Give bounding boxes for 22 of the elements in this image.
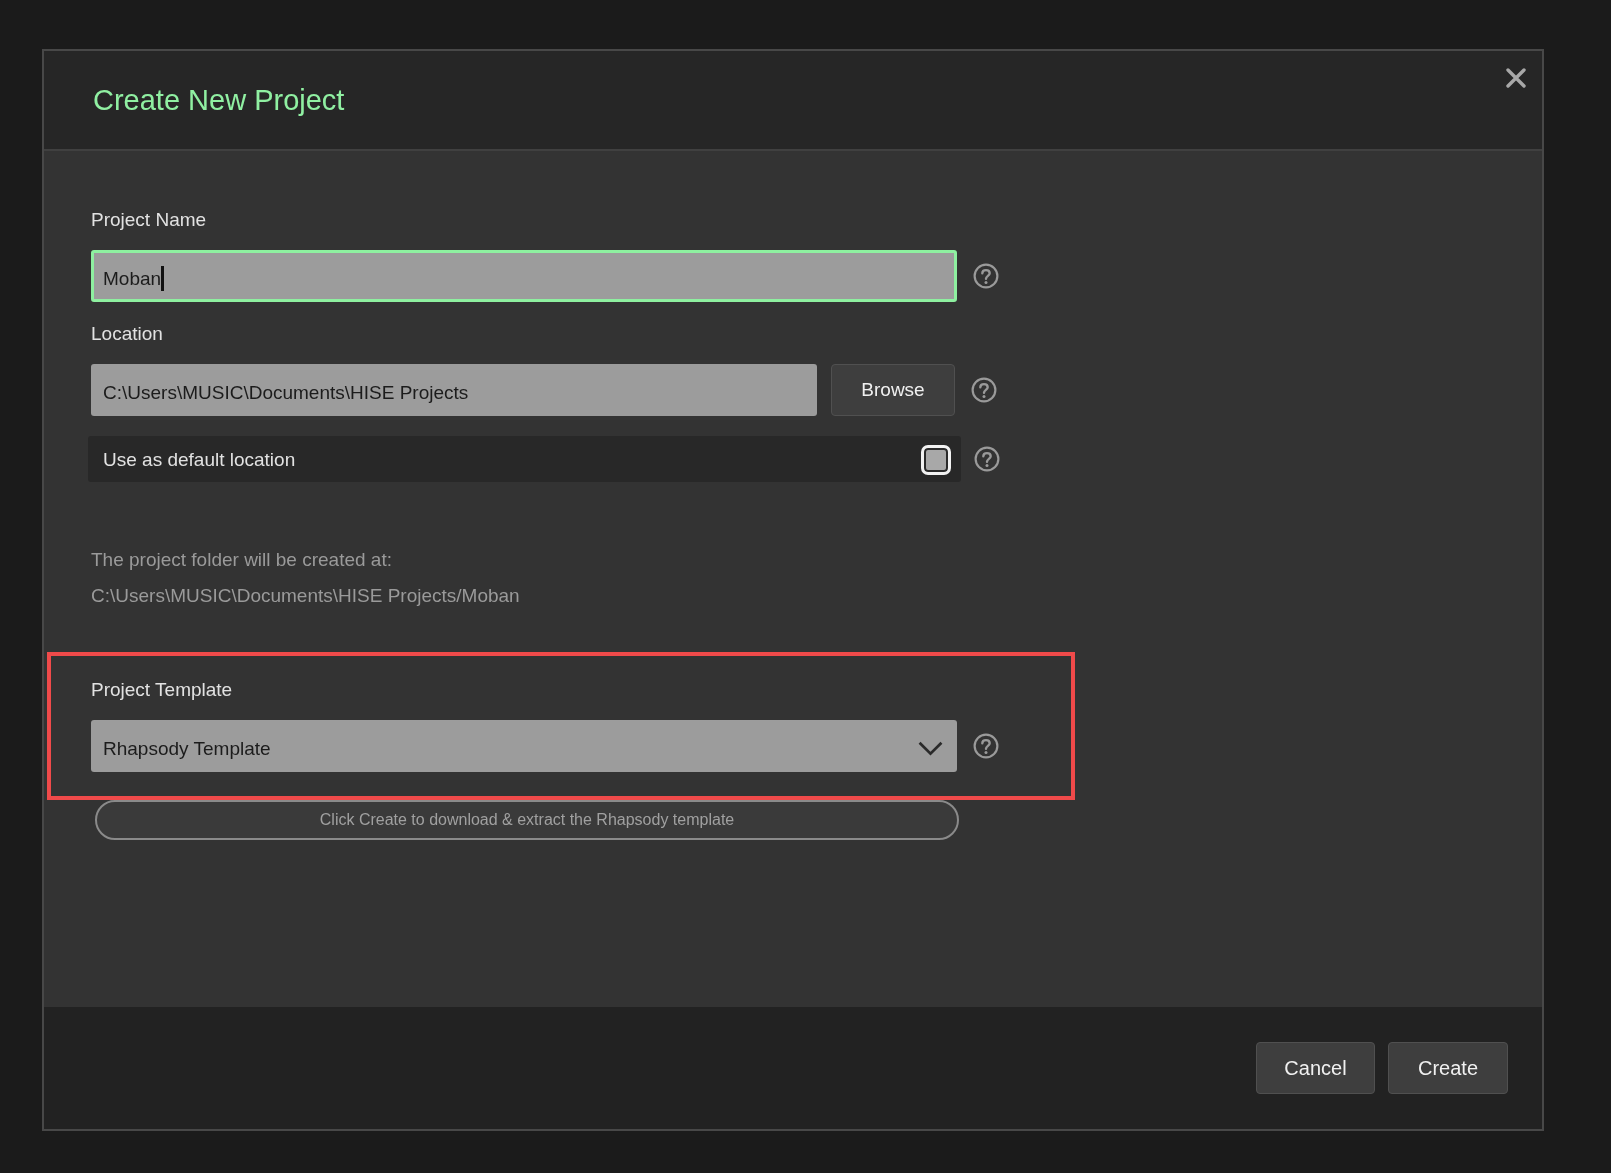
close-icon[interactable] [1506, 68, 1526, 88]
browse-button[interactable]: Browse [831, 364, 955, 416]
project-name-field[interactable]: Moban [91, 250, 957, 302]
checkbox[interactable] [921, 445, 951, 475]
field-label: Project Name [91, 208, 207, 232]
create-button[interactable]: Create [1388, 1042, 1508, 1094]
cancel-button[interactable]: Cancel [1256, 1042, 1375, 1094]
help-icon[interactable] [974, 446, 1000, 472]
help-icon[interactable] [973, 733, 999, 759]
help-icon[interactable] [973, 263, 999, 289]
field-label: Location [91, 322, 163, 346]
checkbox-label: Use as default location [103, 449, 296, 471]
text-cursor-icon [161, 266, 165, 291]
dialog-title: Create New Project [93, 83, 345, 117]
destination-caption: The project folder will be created at: [91, 548, 392, 572]
template-info-note: Click Create to download & extract the Rhapsody template [95, 800, 959, 840]
help-icon[interactable] [971, 377, 997, 403]
location-field[interactable]: C:\Users\MUSIC\Documents\HISE Projects [91, 364, 817, 416]
field-label: Project Template [91, 679, 233, 700]
chevron-down-icon [918, 741, 943, 756]
destination-path: C:\Users\MUSIC\Documents\HISE Projects/Moban [91, 584, 520, 608]
template-dropdown[interactable]: Rhapsody Template [91, 720, 957, 772]
